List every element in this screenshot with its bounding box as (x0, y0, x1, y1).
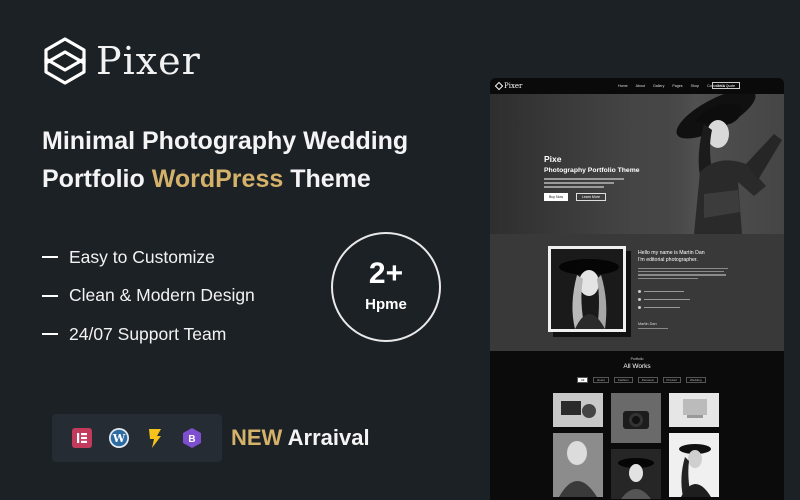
preview-tab: Product (662, 377, 681, 383)
headline-accent: WordPress (151, 165, 284, 193)
preview-menu-item: Home (618, 84, 628, 88)
gallery-tile (669, 433, 719, 497)
preview-menu-item: Pages (672, 84, 683, 88)
headline-line-1: Minimal Photography Wedding (42, 127, 409, 155)
bootstrap-icon: B (181, 427, 203, 449)
preview-tab: All (577, 377, 589, 383)
new-arrival-label: NEW Arraival (231, 425, 370, 451)
preview-menu-item: Gallery (653, 84, 665, 88)
feature-item: Clean & Modern Design (42, 277, 255, 316)
svg-text:W: W (112, 432, 126, 445)
plugin-icons: W B (52, 414, 222, 462)
preview-hero-subtitle: Photography Portfolio Theme (544, 167, 640, 174)
preview-hero-text (544, 178, 624, 190)
preview-works-title: All Works (623, 363, 651, 370)
pixer-logo-icon (44, 37, 86, 85)
brand-name: Pixer (96, 39, 201, 83)
preview-tab: Event (593, 377, 610, 383)
gallery-tile (553, 393, 603, 427)
preview-tab: Fashion (614, 377, 633, 383)
badge-number: 2+ (368, 257, 404, 290)
svg-text:B: B (188, 434, 195, 445)
preview-about-bullet (638, 306, 680, 309)
elementor-icon (71, 427, 93, 449)
dash-icon (42, 256, 58, 259)
preview-navbar: Pixer Home About Gallery Pages Shop Cont… (490, 78, 784, 94)
theme-preview: Pixer Home About Gallery Pages Shop Cont… (490, 78, 784, 500)
brand-logo: Pixer (42, 36, 201, 86)
preview-about-bullet (638, 298, 690, 301)
feature-label: Easy to Customize (69, 246, 215, 267)
lightning-icon (144, 427, 166, 449)
preview-menu-item: Shop (690, 84, 699, 88)
arrival-accent: NEW (231, 425, 283, 450)
page-headline: Minimal Photography Wedding Portfolio Wo… (42, 122, 408, 198)
preview-about: Hello my name is Martin Dan I'm editoria… (490, 234, 784, 351)
preview-brand: Pixer (494, 81, 523, 91)
feature-item: 24/07 Support Team (42, 315, 255, 354)
preview-tab: Personal (637, 377, 658, 383)
preview-about-heading: Hello my name is Martin Dan I'm editoria… (638, 250, 705, 264)
preview-hero: Pixe Photography Portfolio Theme Buy Now… (490, 94, 784, 234)
preview-brand-name: Pixer (504, 82, 523, 90)
preview-about-signature: Martin Dan (638, 322, 657, 326)
hero-model-photo (634, 94, 784, 234)
preview-about-role (638, 328, 668, 330)
wordpress-icon: W (108, 427, 130, 449)
gallery-tile (553, 433, 603, 497)
gallery-tile (611, 393, 661, 443)
feature-label: Clean & Modern Design (69, 285, 255, 306)
preview-hero-title: Pixe (544, 154, 562, 164)
feature-list: Easy to Customize Clean & Modern Design … (42, 238, 255, 354)
preview-tab: Wedding (685, 377, 706, 383)
dash-icon (42, 294, 58, 297)
preview-about-line-2: I'm editorial photographer. (638, 257, 698, 263)
preview-learn-button: Learn More (576, 193, 606, 201)
headline-line-2: Portfolio WordPress Theme (42, 160, 408, 198)
preview-menu-item: About (635, 84, 645, 88)
preview-about-text (638, 268, 728, 281)
preview-works-kicker: Portfolio (630, 357, 644, 361)
preview-about-bullet (638, 290, 684, 293)
preview-work-tabs: All Event Fashion Personal Product Weddi… (577, 377, 706, 383)
preview-about-line-1: Hello my name is Martin Dan (638, 250, 705, 256)
preview-menu: Home About Gallery Pages Shop Contact Us (618, 84, 725, 88)
preview-works: Portfolio All Works All Event Fashion Pe… (490, 351, 784, 500)
arrival-text: Arraival (282, 425, 370, 450)
feature-item: Easy to Customize (42, 238, 255, 277)
homepages-badge: 2+ Hpme (331, 232, 441, 342)
headline-line2-end: Theme (283, 165, 371, 193)
feature-label: 24/07 Support Team (69, 323, 227, 344)
dash-icon (42, 333, 58, 336)
gallery-tile (669, 393, 719, 427)
about-photo (548, 246, 626, 332)
headline-line2-start: Portfolio (42, 165, 152, 193)
gallery-tile (611, 449, 661, 499)
badge-label: Hpme (365, 296, 407, 313)
preview-buy-button: Buy Now (544, 193, 569, 201)
preview-logo-icon (494, 81, 504, 91)
preview-quote-button: Get A Quote (711, 82, 740, 89)
